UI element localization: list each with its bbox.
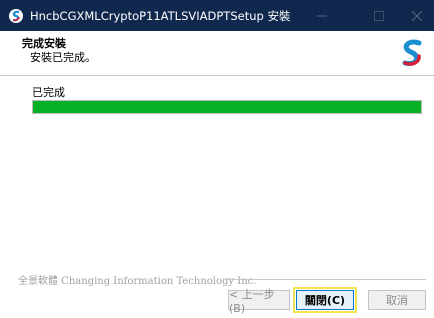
close-window-button[interactable]	[400, 0, 434, 31]
header-subtitle: 安裝已完成。	[30, 51, 96, 64]
maximize-icon	[374, 10, 384, 21]
installer-app-icon	[9, 8, 23, 23]
brand-s-logo-icon	[402, 39, 422, 67]
close-button[interactable]: 關閉(C)	[293, 287, 357, 313]
cancel-button[interactable]: 取消	[368, 290, 426, 310]
progress-label: 已完成	[32, 86, 65, 99]
maximize-button[interactable]	[362, 0, 396, 31]
minimize-icon	[317, 15, 327, 16]
window-title: HncbCGXMLCryptoP11ATLSVIADPTSetup 安裝	[30, 8, 291, 23]
back-button[interactable]: < 上一步(B)	[228, 288, 290, 315]
footer-brand-text: 全景軟體 Changing Information Technology Inc…	[18, 276, 257, 287]
content-area: 已完成	[0, 76, 434, 270]
close-icon	[412, 10, 422, 21]
minimize-button[interactable]	[305, 0, 339, 31]
progress-fill	[33, 101, 421, 113]
footer-divider	[228, 279, 426, 280]
title-bar: HncbCGXMLCryptoP11ATLSVIADPTSetup 安裝	[0, 0, 434, 31]
progress-bar	[32, 100, 422, 114]
header-panel: 完成安裝 安裝已完成。	[0, 31, 434, 75]
